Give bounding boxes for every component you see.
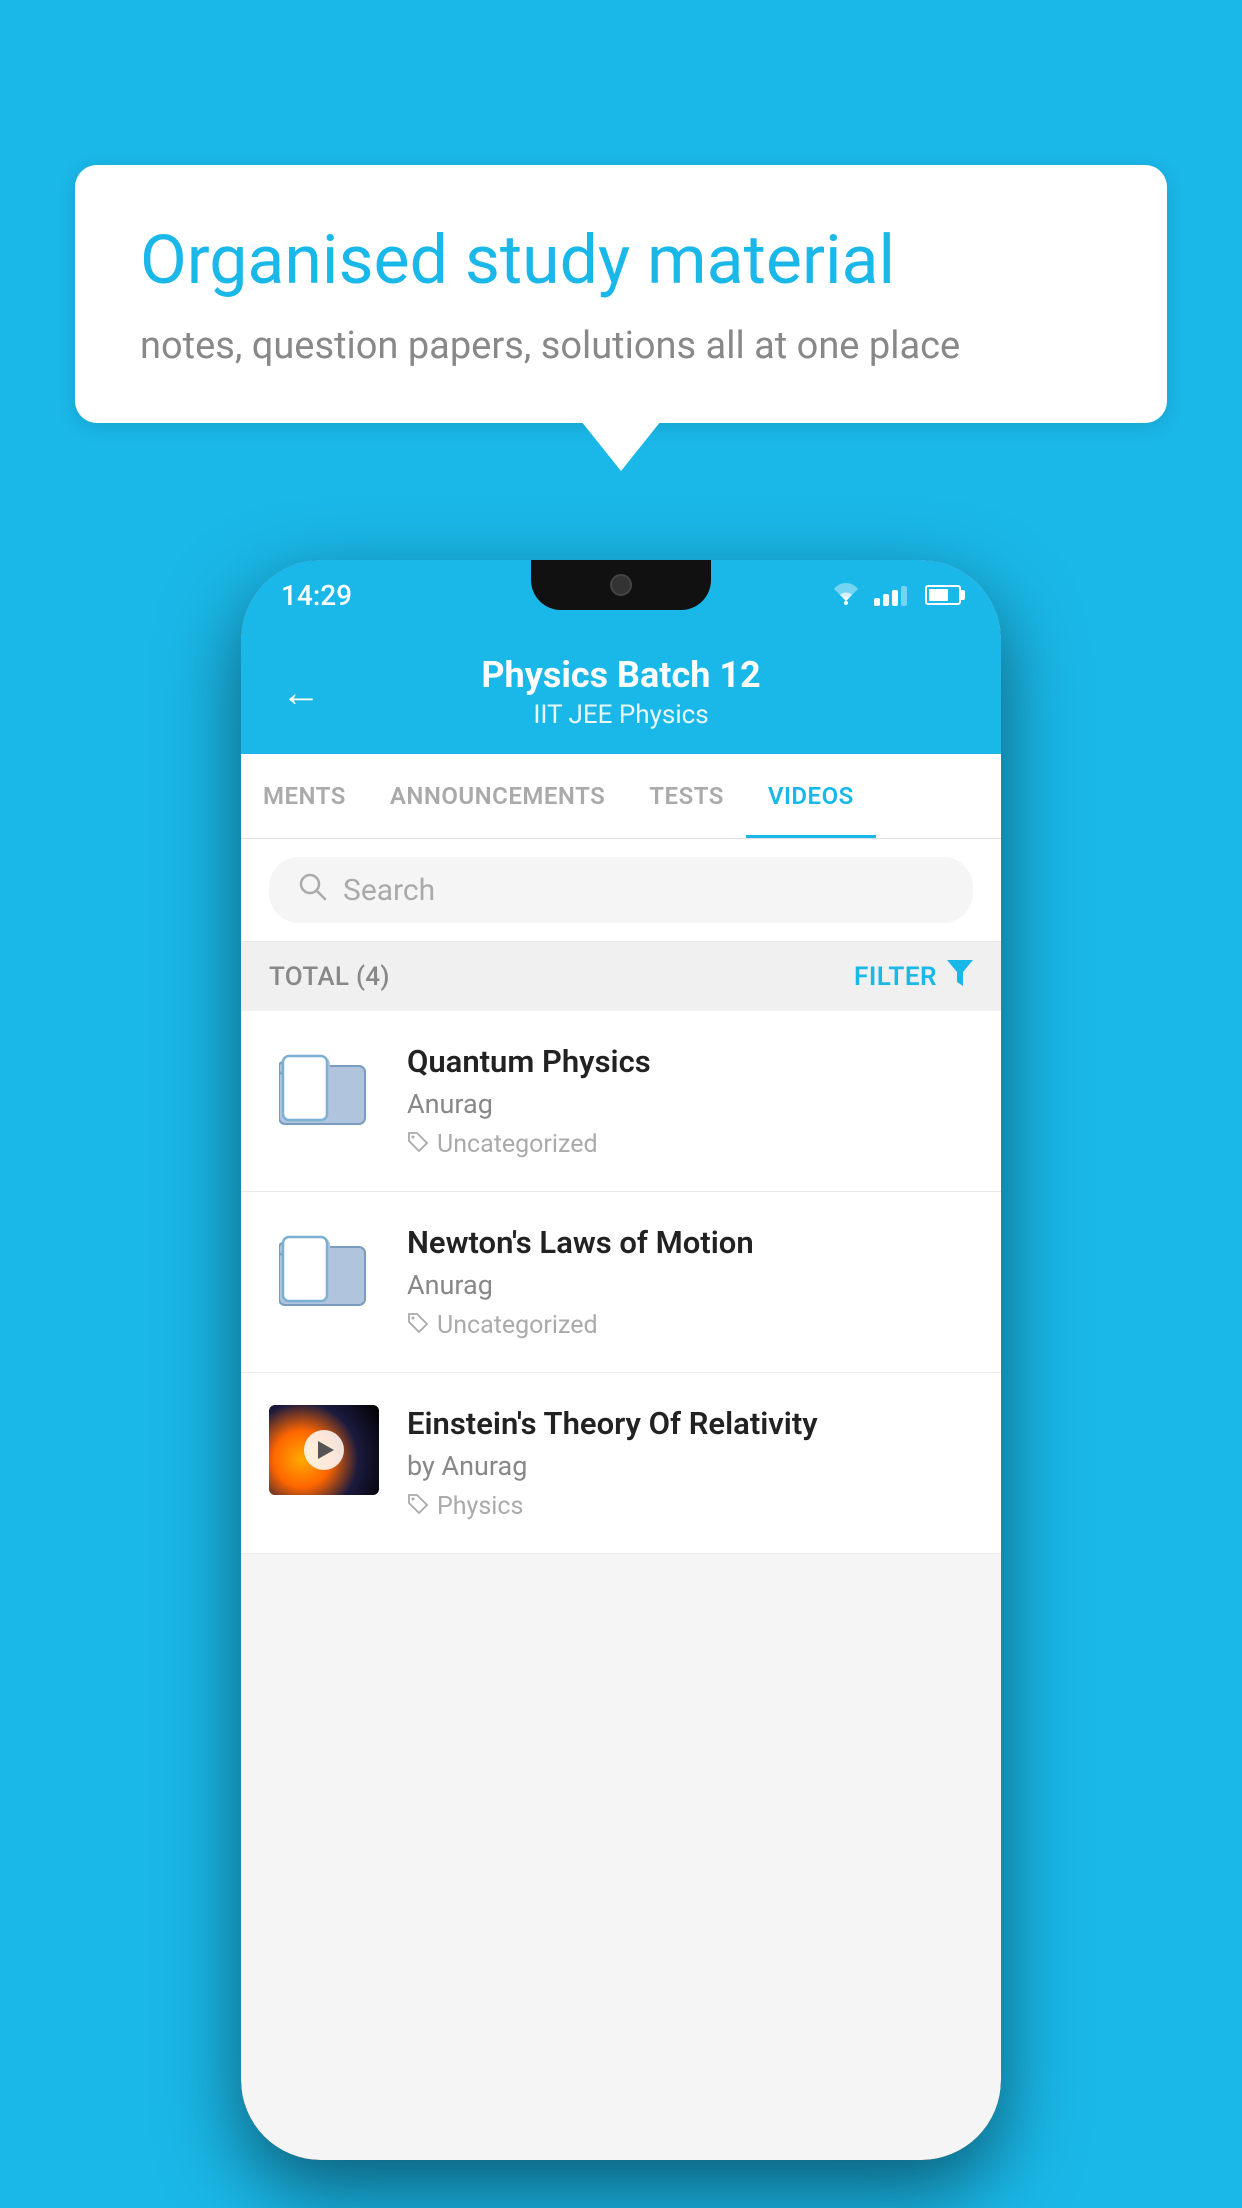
video-tag: Uncategorized — [407, 1311, 973, 1340]
header-title: Physics Batch 12 — [351, 654, 891, 696]
video-tag: Physics — [407, 1492, 973, 1521]
video-thumbnail — [269, 1405, 379, 1495]
bubble-subtitle: notes, question papers, solutions all at… — [140, 324, 1102, 368]
video-list: Quantum Physics Anurag Uncategorized — [241, 1011, 1001, 1554]
status-bar: 14:29 — [241, 560, 1001, 630]
filter-button[interactable]: FILTER — [854, 960, 973, 993]
video-info: Einstein's Theory Of Relativity by Anura… — [407, 1405, 973, 1521]
folder-icon — [269, 1043, 379, 1133]
total-count: TOTAL (4) — [269, 962, 390, 992]
battery-icon — [925, 585, 961, 605]
video-author: by Anurag — [407, 1450, 973, 1482]
tab-announcements[interactable]: ANNOUNCEMENTS — [368, 754, 627, 838]
folder-icon — [269, 1224, 379, 1314]
camera — [610, 574, 632, 596]
status-time: 14:29 — [281, 579, 352, 612]
tab-ments[interactable]: MENTS — [241, 754, 368, 838]
filter-label: FILTER — [854, 962, 937, 992]
tab-tests[interactable]: TESTS — [627, 754, 746, 838]
phone-frame: 14:29 — [241, 560, 1001, 2160]
filter-row: TOTAL (4) FILTER — [241, 942, 1001, 1011]
tab-videos[interactable]: VIDEOS — [746, 754, 876, 838]
video-title: Newton's Laws of Motion — [407, 1224, 973, 1261]
search-icon — [297, 871, 327, 909]
back-button[interactable]: ← — [281, 669, 321, 716]
tag-icon — [407, 1131, 429, 1159]
app-header: ← Physics Batch 12 IIT JEE Physics — [241, 630, 1001, 754]
list-item[interactable]: Einstein's Theory Of Relativity by Anura… — [241, 1373, 1001, 1554]
video-info: Quantum Physics Anurag Uncategorized — [407, 1043, 973, 1159]
tag-icon — [407, 1493, 429, 1521]
video-author: Anurag — [407, 1088, 973, 1120]
video-info: Newton's Laws of Motion Anurag Uncategor… — [407, 1224, 973, 1340]
status-icons — [830, 583, 961, 607]
tag-label: Uncategorized — [437, 1311, 598, 1340]
tag-label: Physics — [437, 1492, 523, 1521]
search-input-wrap[interactable]: Search — [269, 857, 973, 923]
tag-icon — [407, 1312, 429, 1340]
filter-icon — [947, 960, 973, 993]
video-author: Anurag — [407, 1269, 973, 1301]
header-subtitle: IIT JEE Physics — [351, 700, 891, 730]
bubble-title: Organised study material — [140, 220, 1102, 302]
header-title-area: Physics Batch 12 IIT JEE Physics — [351, 654, 891, 730]
list-item[interactable]: Newton's Laws of Motion Anurag Uncategor… — [241, 1192, 1001, 1373]
tag-label: Uncategorized — [437, 1130, 598, 1159]
video-title: Einstein's Theory Of Relativity — [407, 1405, 973, 1442]
tabs-bar: MENTS ANNOUNCEMENTS TESTS VIDEOS — [241, 754, 1001, 839]
video-tag: Uncategorized — [407, 1130, 973, 1159]
play-icon — [318, 1441, 334, 1459]
notch — [531, 560, 711, 610]
speech-bubble: Organised study material notes, question… — [75, 165, 1167, 423]
search-container: Search — [241, 839, 1001, 942]
search-placeholder: Search — [343, 873, 435, 908]
wifi-icon — [830, 583, 862, 607]
video-title: Quantum Physics — [407, 1043, 973, 1080]
list-item[interactable]: Quantum Physics Anurag Uncategorized — [241, 1011, 1001, 1192]
signal-icon — [874, 584, 907, 606]
play-button[interactable] — [304, 1430, 344, 1470]
phone-screen: 14:29 — [241, 560, 1001, 2160]
